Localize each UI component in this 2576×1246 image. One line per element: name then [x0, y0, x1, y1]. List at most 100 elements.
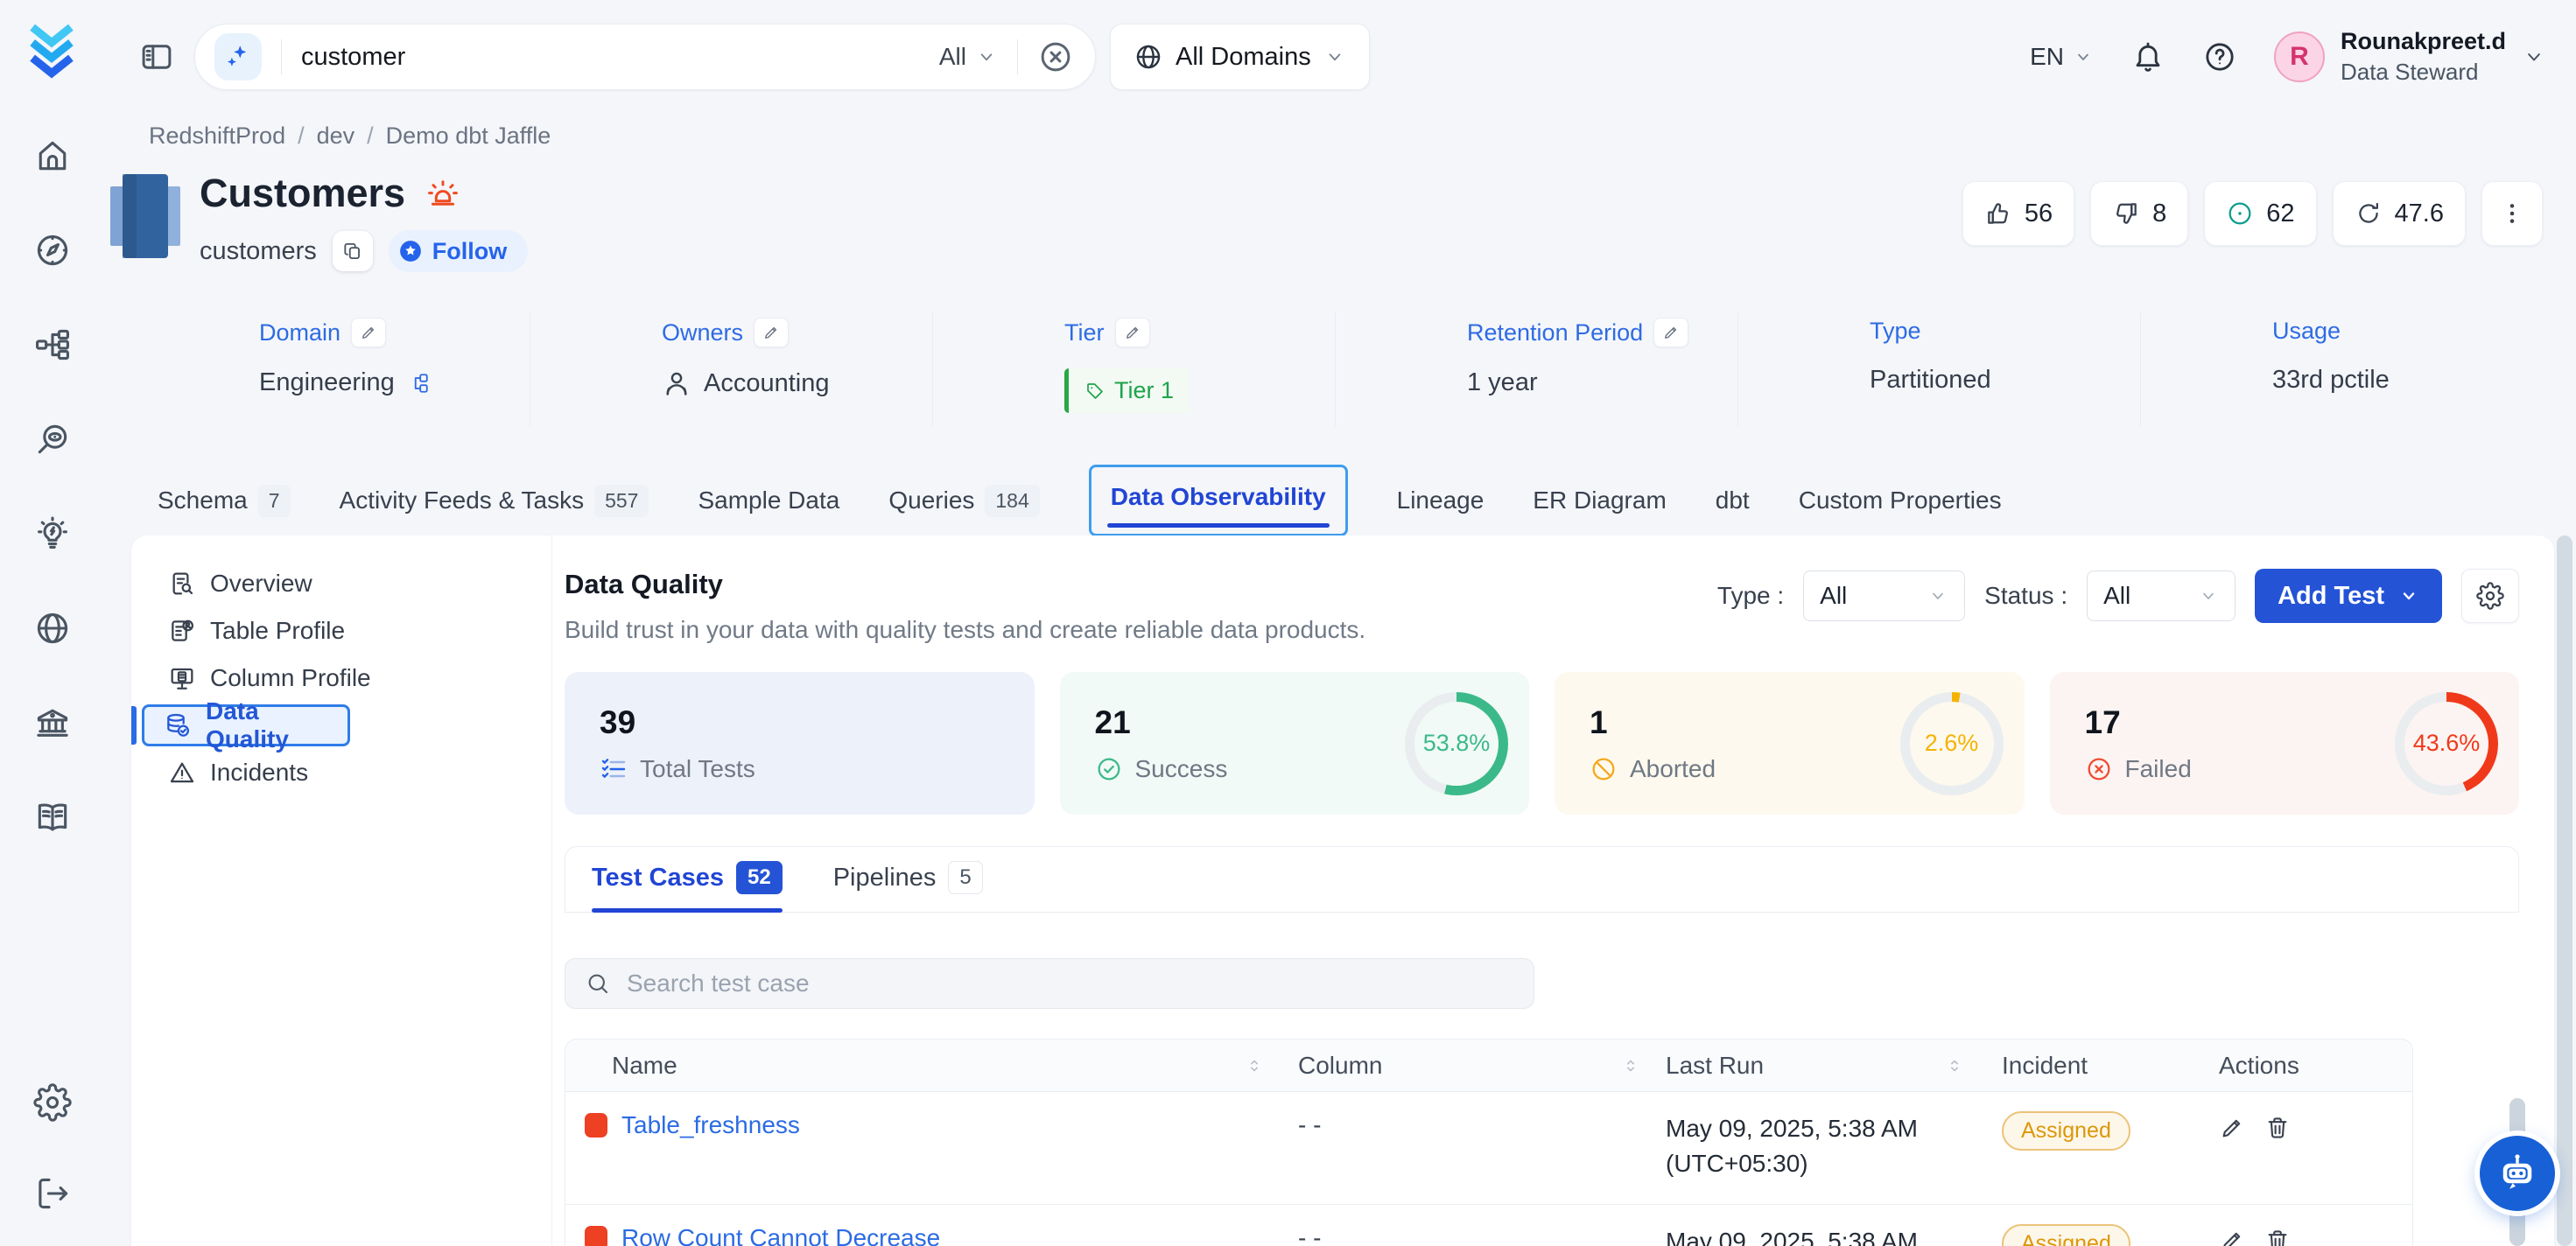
domain-value[interactable]: Engineering — [259, 368, 395, 397]
search-input[interactable] — [301, 43, 939, 72]
tab-schema[interactable]: Schema7 — [158, 485, 291, 517]
logout-icon[interactable] — [33, 1174, 72, 1213]
marketplace-bank-icon[interactable] — [33, 704, 72, 742]
edit-icon[interactable] — [2219, 1228, 2245, 1246]
search-icon — [585, 970, 611, 997]
incidents-warning-icon — [168, 759, 196, 787]
governance-hierarchy-icon[interactable] — [33, 326, 72, 364]
all-domains-button[interactable]: All Domains — [1110, 24, 1370, 90]
tier-label: Tier — [1064, 319, 1105, 346]
subnav-item-table-profile[interactable]: Table Profile — [131, 607, 551, 654]
checklist-icon — [600, 755, 628, 783]
user-name: Rounakpreet.d — [2341, 28, 2506, 55]
chatbot-button[interactable] — [2480, 1136, 2555, 1211]
test-case-link[interactable]: Table_freshness — [621, 1111, 800, 1139]
tab-custom-properties[interactable]: Custom Properties — [1799, 486, 2002, 514]
sort-icon[interactable] — [1245, 1056, 1264, 1075]
test-case-search-input[interactable] — [627, 970, 1514, 998]
sidebar-toggle-icon[interactable] — [138, 38, 175, 75]
search-scope-dropdown[interactable]: All — [939, 43, 998, 71]
page-title: Customers — [200, 171, 405, 216]
tier-badge[interactable]: Tier 1 — [1064, 368, 1190, 413]
notifications-bell-icon[interactable] — [2130, 39, 2165, 74]
copy-icon[interactable] — [333, 231, 373, 271]
edit-icon[interactable] — [2219, 1115, 2245, 1141]
subnav-item-data-quality[interactable]: Data Quality — [142, 704, 350, 746]
test-case-link[interactable]: Row Count Cannot Decrease — [621, 1224, 940, 1246]
dq-inner-tabs: Test Cases 52 Pipelines 5 — [565, 846, 2519, 913]
last-run-timezone: (UTC+05:30) — [1666, 1146, 1976, 1181]
dq-settings-button[interactable] — [2461, 569, 2519, 623]
glossary-book-icon[interactable] — [33, 798, 72, 836]
column-header-last-run[interactable]: Last Run — [1666, 1052, 1764, 1080]
failed-ring-gauge: 43.6% — [2395, 692, 2498, 795]
edit-pencil-icon[interactable] — [1653, 318, 1688, 347]
tab-lineage[interactable]: Lineage — [1397, 486, 1485, 514]
owners-value[interactable]: Accounting — [704, 369, 830, 398]
tab-queries[interactable]: Queries184 — [888, 485, 1039, 517]
status-red-indicator — [585, 1226, 607, 1246]
breadcrumb-connection[interactable]: RedshiftProd — [149, 122, 285, 150]
user-menu[interactable]: R Rounakpreet.d Data Steward — [2274, 28, 2546, 86]
add-test-button[interactable]: Add Test — [2255, 569, 2442, 623]
sort-icon[interactable] — [1945, 1056, 1964, 1075]
insights-bulb-icon[interactable] — [33, 514, 72, 553]
column-header-name[interactable]: Name — [612, 1052, 677, 1080]
tab-pipelines[interactable]: Pipelines 5 — [833, 861, 983, 912]
breadcrumb-schema[interactable]: Demo dbt Jaffle — [386, 122, 551, 150]
edit-pencil-icon[interactable] — [351, 318, 386, 347]
tab-activity-feeds[interactable]: Activity Feeds & Tasks557 — [340, 485, 649, 517]
test-case-search — [565, 958, 1534, 1009]
metadata-field-retention: Retention Period 1 year — [1335, 312, 1737, 427]
page-scrollbar[interactable] — [2557, 536, 2572, 1246]
breadcrumb-database[interactable]: dev — [317, 122, 355, 150]
follow-button[interactable]: Follow — [389, 230, 528, 272]
help-question-icon[interactable] — [2202, 39, 2237, 74]
section-title: Data Quality — [565, 569, 1365, 600]
downvote-count: 8 — [2152, 200, 2166, 228]
upvote-button[interactable]: 56 — [1962, 181, 2074, 246]
sort-icon[interactable] — [1621, 1056, 1640, 1075]
type-filter-select[interactable]: All — [1803, 570, 1965, 621]
test-cases-table: Name Column Last Run Incident Actions — [565, 1039, 2413, 1246]
breadcrumb: RedshiftProd / dev / Demo dbt Jaffle — [149, 122, 2576, 150]
edit-pencil-icon[interactable] — [1115, 318, 1150, 347]
subnav-item-column-profile[interactable]: Column Profile — [131, 654, 551, 702]
search-clear-icon[interactable] — [1037, 38, 1074, 75]
incident-status-badge[interactable]: Assigned — [2002, 1224, 2130, 1246]
success-card: 21 Success 53.8% — [1060, 672, 1530, 815]
subnav-item-incidents[interactable]: Incidents — [131, 749, 551, 796]
delete-trash-icon[interactable] — [2264, 1115, 2291, 1141]
downvote-button[interactable]: 8 — [2090, 181, 2188, 246]
tab-test-cases[interactable]: Test Cases 52 — [592, 861, 783, 912]
subnav-item-overview[interactable]: Overview — [131, 560, 551, 607]
column-header-column[interactable]: Column — [1298, 1052, 1382, 1080]
follow-star-icon — [397, 238, 424, 264]
ai-sparkle-icon[interactable] — [214, 33, 262, 80]
incident-status-badge[interactable]: Assigned — [2002, 1111, 2130, 1151]
tab-dbt[interactable]: dbt — [1716, 486, 1750, 514]
status-filter-select[interactable]: All — [2087, 570, 2236, 621]
column-header-actions: Actions — [2219, 1052, 2299, 1080]
redshift-table-icon — [110, 171, 180, 262]
views-button[interactable]: 62 — [2204, 181, 2316, 246]
discover-compass-icon[interactable] — [33, 231, 72, 270]
settings-gear-icon[interactable] — [33, 1083, 72, 1122]
tab-data-observability[interactable]: Data Observability — [1089, 465, 1348, 536]
popularity-button[interactable]: 47.6 — [2333, 181, 2466, 246]
tab-sample-data[interactable]: Sample Data — [698, 486, 839, 514]
status-filter-label: Status : — [1984, 582, 2067, 610]
observability-eye-search-icon[interactable] — [33, 420, 72, 458]
app-logo-icon[interactable] — [21, 18, 82, 80]
chevron-down-icon — [2522, 45, 2546, 69]
success-label: Success — [1135, 755, 1228, 783]
language-dropdown[interactable]: EN — [2030, 43, 2094, 71]
edit-pencil-icon[interactable] — [754, 318, 789, 347]
tab-er-diagram[interactable]: ER Diagram — [1533, 486, 1666, 514]
home-icon[interactable] — [33, 136, 72, 175]
domains-globe-icon[interactable] — [33, 609, 72, 648]
metadata-field-domain: Domain Engineering — [135, 312, 530, 427]
alert-siren-icon[interactable] — [425, 175, 461, 212]
delete-trash-icon[interactable] — [2264, 1228, 2291, 1246]
more-actions-button[interactable] — [2481, 181, 2543, 246]
